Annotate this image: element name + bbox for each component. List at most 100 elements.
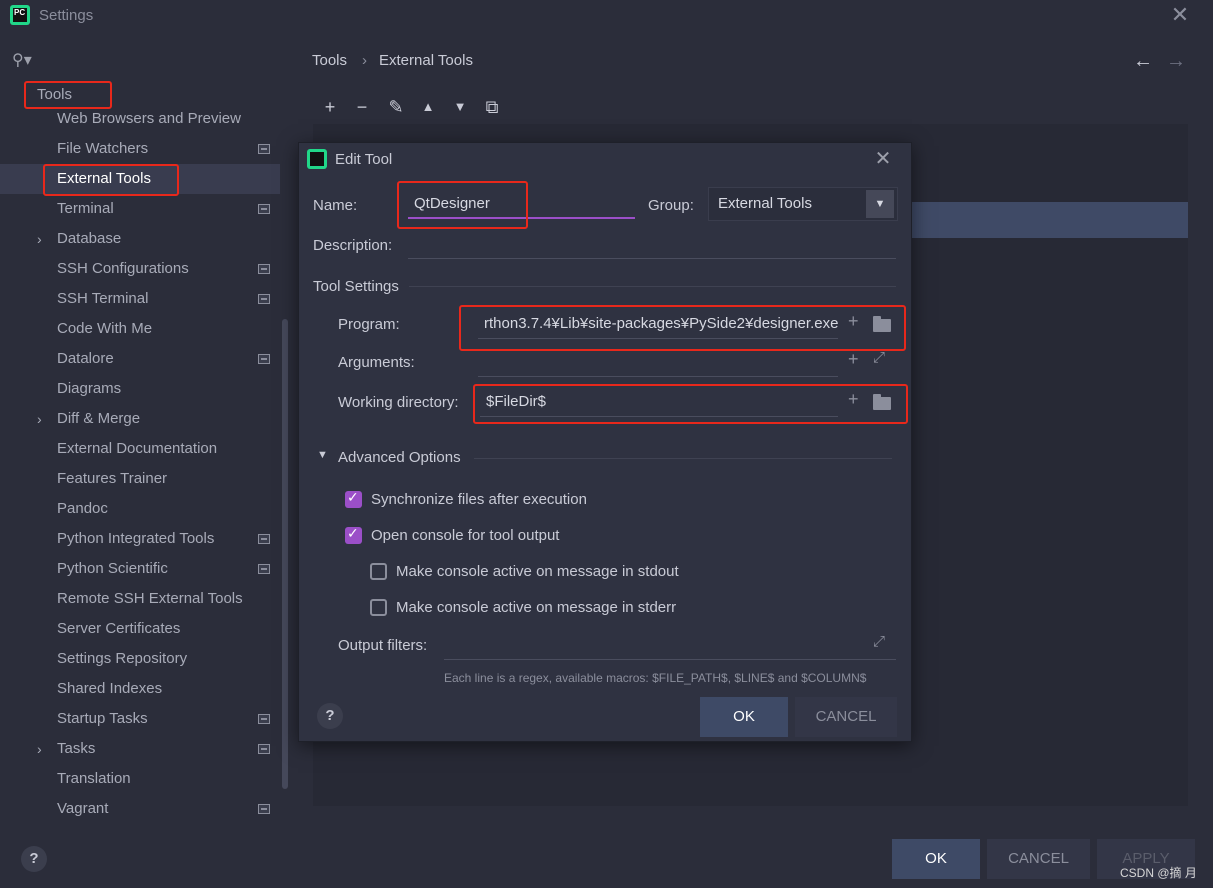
sidebar-item[interactable]: SSH Terminal [0,284,280,314]
cancel-button[interactable]: CANCEL [987,839,1090,879]
sidebar-item[interactable]: Features Trainer [0,464,280,494]
sidebar-item-label: Translation [57,770,131,787]
chevron-right-icon[interactable]: › [37,734,42,764]
project-settings-icon [258,744,270,754]
project-settings-icon [258,564,270,574]
sidebar-item[interactable]: Startup Tasks [0,704,280,734]
copy-icon[interactable]: ⧉ [481,96,503,118]
dialog-ok-button[interactable]: OK [700,697,788,737]
sidebar-item-label: Terminal [57,200,114,217]
project-settings-icon [258,144,270,154]
sidebar-item[interactable]: Python Integrated Tools [0,524,280,554]
sidebar-item[interactable]: File Watchers [0,134,280,164]
expand-icon[interactable]: ⤢ [873,633,885,650]
sidebar-item[interactable]: › Diff & Merge [0,404,280,434]
remove-icon[interactable]: − [351,96,373,118]
breadcrumb-separator: › [362,52,367,69]
help-button[interactable]: ? [317,703,343,729]
sidebar-item-label: Vagrant [57,800,109,817]
sidebar-item-label: SSH Configurations [57,260,189,277]
open-console-checkbox[interactable] [345,525,362,544]
sidebar-item[interactable]: Datalore [0,344,280,374]
insert-macro-icon[interactable]: + [848,349,859,370]
move-up-icon[interactable]: ▲ [417,96,439,118]
group-label: Group: [648,197,694,214]
breadcrumb-current: External Tools [379,52,473,69]
sidebar-item[interactable]: Web Browsers and Preview [0,104,280,134]
arguments-input[interactable] [478,347,838,377]
sidebar-item-label: Diff & Merge [57,410,141,427]
working-directory-label: Working directory: [338,394,459,411]
name-label: Name: [313,197,358,214]
stderr-checkbox[interactable] [370,599,387,616]
back-arrow-icon[interactable]: ← [1133,50,1153,73]
highlight-box [43,164,179,196]
add-icon[interactable]: + [319,96,341,118]
sidebar-item-label: Tasks [57,740,96,757]
sync-files-checkbox[interactable] [345,489,362,508]
forward-arrow-icon[interactable]: → [1166,50,1186,73]
sidebar-item[interactable]: Code With Me [0,314,280,344]
window-title-bar: PC Settings ✕ [0,0,1213,34]
group-select-value: External Tools [718,195,812,212]
sidebar-item-label: Diagrams [57,380,122,397]
expand-icon[interactable]: ⤢ [873,349,885,366]
project-settings-icon [258,714,270,724]
sidebar-item-label: Datalore [57,350,114,367]
sidebar-item[interactable]: Pandoc [0,494,280,524]
sidebar-item[interactable]: › Database [0,224,280,254]
sidebar-item-label: Settings Repository [57,650,188,667]
sidebar-item-label: Remote SSH External Tools [57,590,243,607]
ok-button[interactable]: OK [892,839,980,879]
sidebar-item[interactable]: Translation [0,764,280,794]
sidebar-item[interactable]: Server Certificates [0,614,280,644]
sidebar-item-label: Server Certificates [57,620,181,637]
description-input[interactable] [408,229,896,259]
sidebar-item-tools[interactable]: Tools [37,86,72,103]
sidebar-item[interactable]: Terminal [0,194,280,224]
window-title: Settings [39,7,94,24]
breadcrumb-parent[interactable]: Tools [312,52,347,69]
sidebar-item-label: Python Scientific [57,560,168,577]
divider [474,458,892,459]
dialog-title: Edit Tool [335,151,393,168]
sidebar-item[interactable]: Vagrant [0,794,280,824]
project-settings-icon [258,294,270,304]
close-icon[interactable]: ✕ [1168,3,1192,27]
collapse-icon[interactable]: ▼ [317,449,328,461]
description-label: Description: [313,237,393,254]
sidebar-item[interactable]: SSH Configurations [0,254,280,284]
chevron-right-icon[interactable]: › [37,224,42,254]
list-row-selected[interactable] [900,202,1188,238]
sidebar-item[interactable]: Settings Repository [0,644,280,674]
sidebar-scrollbar[interactable] [282,319,288,789]
search-icon[interactable]: ⚲▾ [12,50,34,70]
sidebar-item[interactable]: Python Scientific [0,554,280,584]
edit-tool-dialog: Edit Tool ✕ Name: QtDesigner Group: Exte… [298,142,912,742]
sidebar-item-label: SSH Terminal [57,290,149,307]
sidebar-item[interactable]: External Documentation [0,434,280,464]
move-down-icon[interactable]: ▼ [449,96,471,118]
edit-icon[interactable]: ✎ [385,96,407,118]
sidebar-item-label: Code With Me [57,320,153,337]
output-filters-input[interactable] [444,630,896,660]
sidebar-item[interactable]: Shared Indexes [0,674,280,704]
sidebar-item-label: Web Browsers and Preview [57,110,241,127]
chevron-down-icon[interactable]: ▼ [866,190,894,218]
open-console-label: Open console for tool output [371,527,560,544]
project-settings-icon [258,204,270,214]
settings-sidebar: ⚲▾ Tools Web Browsers and Preview File Wa… [0,34,291,828]
advanced-options-heading[interactable]: Advanced Options [338,449,461,466]
sidebar-item-label: Database [57,230,122,247]
sidebar-item[interactable]: › Tasks [0,734,280,764]
dialog-cancel-button[interactable]: CANCEL [795,697,897,737]
sidebar-item[interactable]: Diagrams [0,374,280,404]
close-icon[interactable]: ✕ [871,147,895,171]
program-label: Program: [338,316,400,333]
help-button[interactable]: ? [21,846,47,872]
chevron-right-icon[interactable]: › [37,404,42,434]
stdout-checkbox[interactable] [370,563,387,580]
sidebar-item-label: External Documentation [57,440,218,457]
sidebar-item[interactable]: Remote SSH External Tools [0,584,280,614]
watermark-text: CSDN @摘 月 [1120,866,1197,880]
